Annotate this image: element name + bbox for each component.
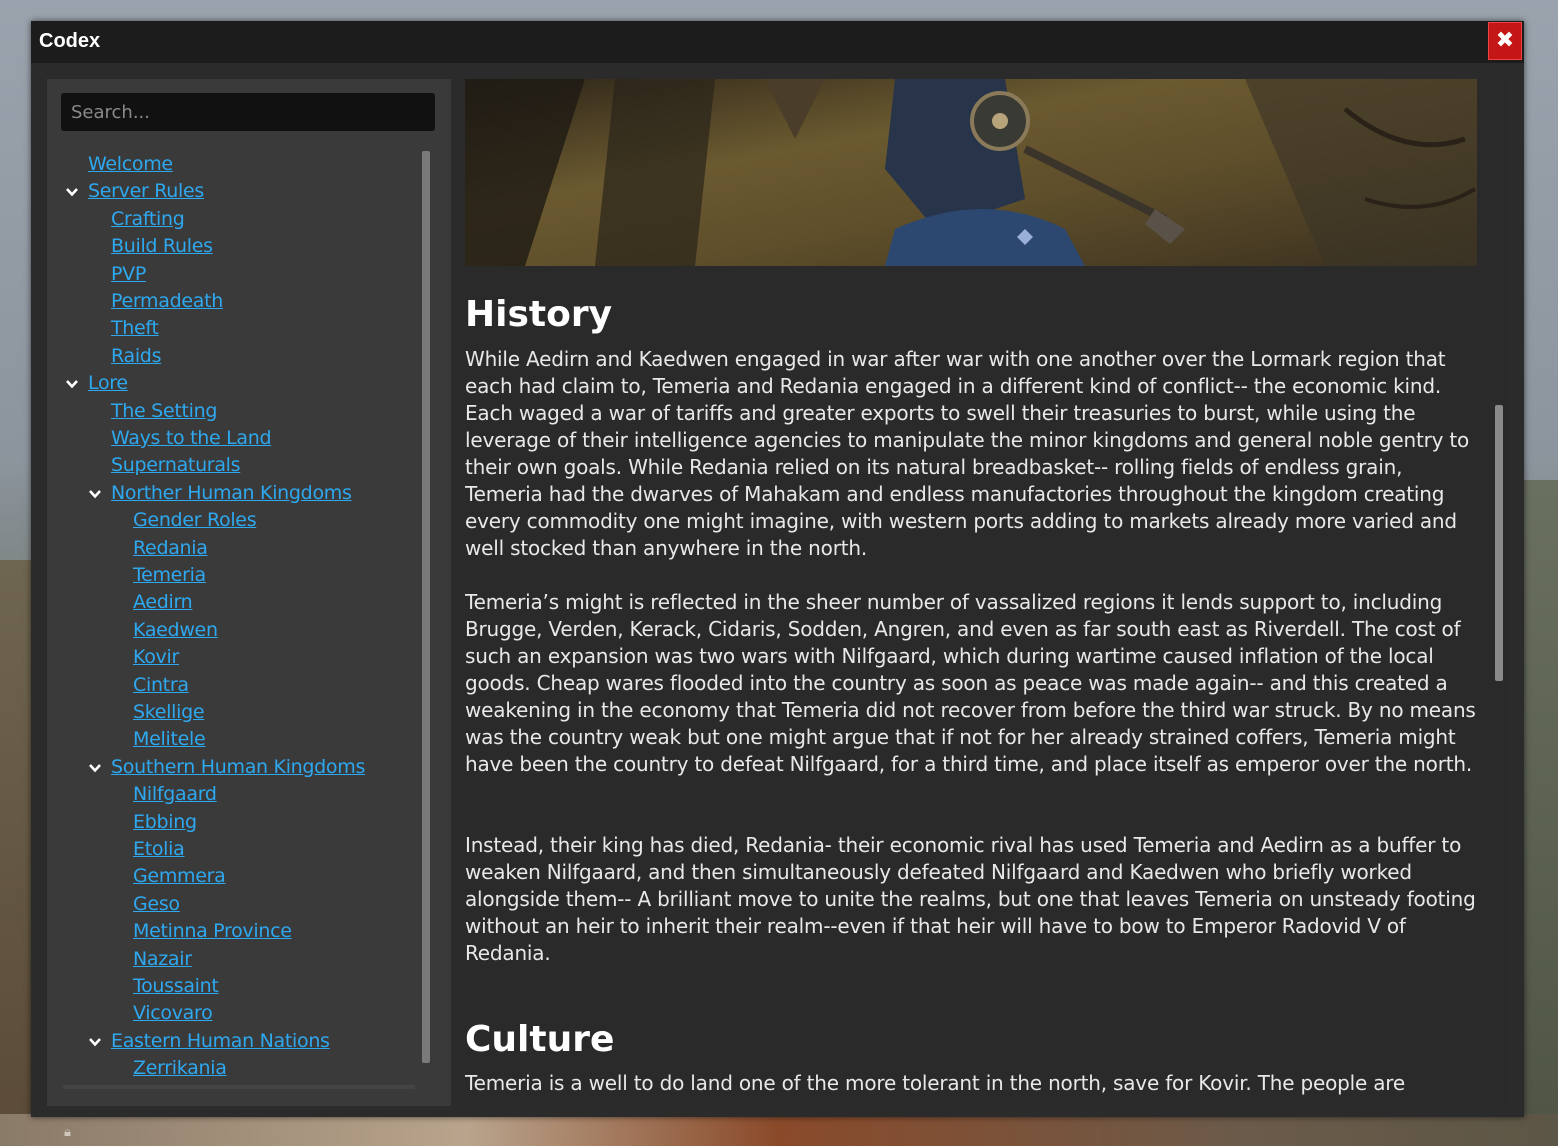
tree-link[interactable]: Nazair: [133, 948, 192, 970]
tree-item[interactable]: Nazair: [133, 946, 192, 972]
lock-icon: 🔒︎: [64, 1125, 71, 1140]
banner-image: [465, 79, 1477, 266]
tree-link[interactable]: Permadeath: [111, 290, 223, 312]
tree-item[interactable]: Etolia: [133, 836, 185, 862]
tree-item[interactable]: Zerrikania: [133, 1055, 227, 1081]
history-heading: History: [465, 294, 613, 335]
tree-link[interactable]: Theft: [111, 317, 159, 339]
content-scrollbar-thumb[interactable]: [1495, 405, 1503, 681]
tree-link[interactable]: Kaedwen: [133, 619, 218, 641]
tree-link[interactable]: PVP: [111, 263, 146, 285]
tree-link[interactable]: Southern Human Kingdoms: [111, 756, 365, 778]
tree-item[interactable]: Gender Roles: [133, 507, 257, 533]
tree-item[interactable]: Cintra: [133, 672, 189, 698]
codex-tree: Welcome Server Rules Crafting Build Rules PV…: [47, 151, 419, 1089]
sidebar-horizontal-scrollbar[interactable]: [63, 1085, 415, 1089]
history-paragraph-2: Temeria’s might is reflected in the shee…: [465, 590, 1476, 776]
tree-item[interactable]: Server Rules: [66, 178, 204, 204]
culture-paragraph: Temeria is a well to do land one of the …: [465, 1071, 1405, 1095]
tree-item[interactable]: PVP: [111, 261, 146, 287]
history-paragraph-1: While Aedirn and Kaedwen engaged in war …: [465, 347, 1470, 560]
codex-sidebar: Welcome Server Rules Crafting Build Rules PV…: [47, 79, 451, 1106]
tree-item[interactable]: Metinna Province: [133, 918, 292, 944]
tree-item[interactable]: Theft: [111, 315, 159, 341]
background-scene-bottom: 🔒︎: [0, 1114, 1558, 1146]
background-scene-right: [1518, 480, 1558, 1146]
tree-link[interactable]: Raids: [111, 345, 161, 367]
tree-link[interactable]: Cintra: [133, 674, 189, 696]
tree-link[interactable]: Melitele: [133, 728, 206, 750]
tree-item[interactable]: Kovir: [133, 644, 179, 670]
culture-heading: Culture: [465, 1019, 615, 1060]
tree-item[interactable]: Melitele: [133, 726, 206, 752]
tree-item[interactable]: Lore: [66, 370, 128, 396]
tree-item[interactable]: Southern Human Kingdoms: [89, 754, 365, 780]
tree-item[interactable]: Vicovaro: [133, 1000, 213, 1026]
tree-link[interactable]: Aedirn: [133, 591, 193, 613]
tree-item[interactable]: Skellige: [133, 699, 205, 725]
article-content: History While Aedirn and Kaedwen engaged…: [465, 79, 1507, 1106]
tree-item[interactable]: Crafting: [111, 206, 185, 232]
tree-link[interactable]: Skellige: [133, 701, 205, 723]
tree-item[interactable]: Supernaturals: [111, 452, 241, 478]
tree-item[interactable]: Ways to the Land: [111, 425, 272, 451]
chevron-down-icon[interactable]: [65, 185, 79, 199]
tree-link[interactable]: Gemmera: [133, 865, 226, 887]
tree-link[interactable]: Gender Roles: [133, 509, 257, 531]
tree-item[interactable]: Geso: [133, 891, 180, 917]
tree-item[interactable]: Nilfgaard: [133, 781, 217, 807]
tree-item[interactable]: Kaedwen: [133, 617, 218, 643]
tree-link[interactable]: Server Rules: [88, 180, 204, 202]
tree-link[interactable]: Nilfgaard: [133, 783, 217, 805]
tree-link[interactable]: Metinna Province: [133, 920, 292, 942]
tree-link[interactable]: Eastern Human Nations: [111, 1030, 330, 1052]
tree-link[interactable]: Temeria: [133, 564, 206, 586]
close-icon: ✖: [1495, 28, 1515, 53]
tree-link[interactable]: Geso: [133, 893, 180, 915]
tree-item[interactable]: Welcome: [88, 151, 173, 177]
tree-link[interactable]: Ebbing: [133, 811, 197, 833]
tree-link[interactable]: Vicovaro: [133, 1002, 213, 1024]
tree-item[interactable]: Temeria: [133, 562, 206, 588]
tree-link[interactable]: Ways to the Land: [111, 427, 272, 449]
tree-item[interactable]: Toussaint: [133, 973, 219, 999]
chevron-down-icon[interactable]: [88, 1035, 102, 1049]
tree-item[interactable]: Aedirn: [133, 589, 193, 615]
title-bar[interactable]: Codex ✖: [31, 21, 1524, 63]
tree-link[interactable]: Zerrikania: [133, 1057, 227, 1079]
sidebar-scrollbar-thumb[interactable]: [422, 151, 430, 1063]
tree-item[interactable]: Permadeath: [111, 288, 223, 314]
tree-item[interactable]: Eastern Human Nations: [89, 1028, 330, 1054]
tree-item[interactable]: The Setting: [111, 398, 217, 424]
chevron-down-icon[interactable]: [65, 377, 79, 391]
tree-item[interactable]: Build Rules: [111, 233, 213, 259]
tree-link[interactable]: The Setting: [111, 400, 217, 422]
history-paragraph-3: Instead, their king has died, Redania- t…: [465, 833, 1476, 965]
tree-item[interactable]: Norther Human Kingdoms: [89, 480, 352, 506]
close-button[interactable]: ✖: [1488, 22, 1522, 60]
tree-link[interactable]: Toussaint: [133, 975, 219, 997]
tree-link[interactable]: Etolia: [133, 838, 185, 860]
tree-item[interactable]: Ebbing: [133, 809, 197, 835]
tree-link[interactable]: Supernaturals: [111, 454, 241, 476]
search-input[interactable]: [61, 93, 435, 131]
tree-link[interactable]: Build Rules: [111, 235, 213, 257]
tree-item[interactable]: Raids: [111, 343, 161, 369]
content-scrollbar[interactable]: [1495, 79, 1503, 1106]
tree-item[interactable]: Gemmera: [133, 863, 226, 889]
tree-link[interactable]: Kovir: [133, 646, 179, 668]
window-title: Codex: [39, 30, 101, 52]
chevron-down-icon[interactable]: [88, 761, 102, 775]
tree-link[interactable]: Lore: [88, 372, 128, 394]
tree-link[interactable]: Norther Human Kingdoms: [111, 482, 352, 504]
tree-link[interactable]: Welcome: [88, 153, 173, 175]
sidebar-scrollbar[interactable]: [422, 151, 430, 1089]
tree-item[interactable]: Redania: [133, 535, 208, 561]
tree-link[interactable]: Crafting: [111, 208, 185, 230]
codex-window: Codex ✖ Welcome Server Rules Crafting Build…: [31, 21, 1524, 1117]
chevron-down-icon[interactable]: [88, 487, 102, 501]
tree-link[interactable]: Redania: [133, 537, 208, 559]
